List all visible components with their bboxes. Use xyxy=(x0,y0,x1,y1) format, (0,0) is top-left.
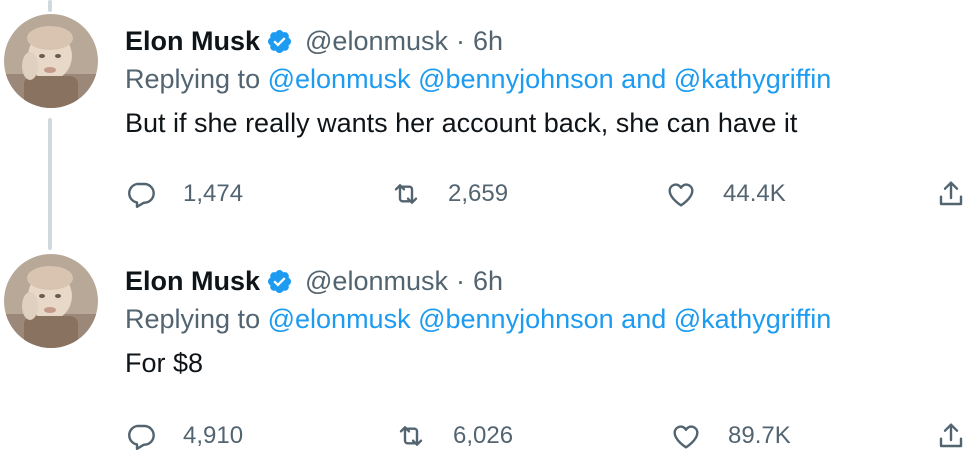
mention-link[interactable]: @elonmusk xyxy=(268,304,411,334)
replying-to-label: Replying to xyxy=(125,64,261,94)
like-button[interactable]: 89.7K xyxy=(670,416,791,456)
replying-to-line: Replying to @elonmusk @bennyjohnson and … xyxy=(125,64,831,95)
author-handle[interactable]: @elonmusk xyxy=(305,266,448,297)
tweet-actions: 1,474 2,659 44.4K xyxy=(125,174,975,214)
share-button[interactable] xyxy=(935,174,967,214)
reply-button[interactable]: 1,474 xyxy=(125,174,243,214)
mention-link[interactable]: @bennyjohnson xyxy=(418,64,614,94)
retweet-count: 6,026 xyxy=(453,422,514,449)
verified-badge-icon xyxy=(267,29,292,53)
share-icon xyxy=(939,181,963,206)
tweet[interactable]: Elon Musk @elonmusk · 6h Replying to @el… xyxy=(0,14,975,224)
tweet-timestamp[interactable]: 6h xyxy=(473,266,503,297)
author-name[interactable]: Elon Musk xyxy=(125,266,260,297)
like-count: 89.7K xyxy=(728,422,791,449)
separator-dot: · xyxy=(455,25,465,56)
tweet-header: Elon Musk @elonmusk · 6h xyxy=(125,264,503,298)
tweet-text: But if she really wants her account back… xyxy=(125,108,798,138)
tweet-timestamp[interactable]: 6h xyxy=(473,26,503,57)
replying-to-line: Replying to @elonmusk @bennyjohnson and … xyxy=(125,304,831,335)
share-icon xyxy=(939,423,963,448)
share-button[interactable] xyxy=(935,416,967,456)
reply-icon xyxy=(128,182,155,208)
mention-link[interactable]: @bennyjohnson xyxy=(418,304,614,334)
reply-count: 4,910 xyxy=(183,422,244,449)
avatar-photo-icon xyxy=(4,254,98,348)
avatar[interactable] xyxy=(4,14,98,108)
verified-badge-icon xyxy=(267,269,292,293)
like-icon xyxy=(668,183,694,207)
mention-conjunction[interactable]: and xyxy=(621,304,666,334)
replying-to-label: Replying to xyxy=(125,304,261,334)
retweet-icon xyxy=(399,426,423,446)
like-count: 44.4K xyxy=(723,180,786,207)
reply-button[interactable]: 4,910 xyxy=(125,416,243,456)
mention-conjunction[interactable]: and xyxy=(621,64,666,94)
author-handle[interactable]: @elonmusk xyxy=(305,26,448,57)
reply-count: 1,474 xyxy=(183,180,244,207)
author-name[interactable]: Elon Musk xyxy=(125,26,260,57)
retweet-button[interactable]: 2,659 xyxy=(390,174,508,214)
mention-link[interactable]: @kathygriffin xyxy=(674,64,831,94)
mention-link[interactable]: @kathygriffin xyxy=(674,304,831,334)
tweet-header: Elon Musk @elonmusk · 6h xyxy=(125,24,503,58)
retweet-count: 2,659 xyxy=(448,180,509,207)
like-icon xyxy=(673,425,699,449)
thread-line-top xyxy=(48,0,52,12)
tweet-actions: 4,910 6,026 89.7K xyxy=(125,416,975,456)
avatar[interactable] xyxy=(4,254,98,348)
like-button[interactable]: 44.4K xyxy=(665,174,786,214)
tweet[interactable]: Elon Musk @elonmusk · 6h Replying to @el… xyxy=(0,254,975,458)
mention-link[interactable]: @elonmusk xyxy=(268,64,411,94)
separator-dot: · xyxy=(455,265,465,296)
retweet-button[interactable]: 6,026 xyxy=(395,416,513,456)
reply-icon xyxy=(128,424,155,450)
avatar-photo-icon xyxy=(4,14,98,108)
tweet-text: For $8 xyxy=(125,348,204,378)
retweet-icon xyxy=(394,184,418,204)
